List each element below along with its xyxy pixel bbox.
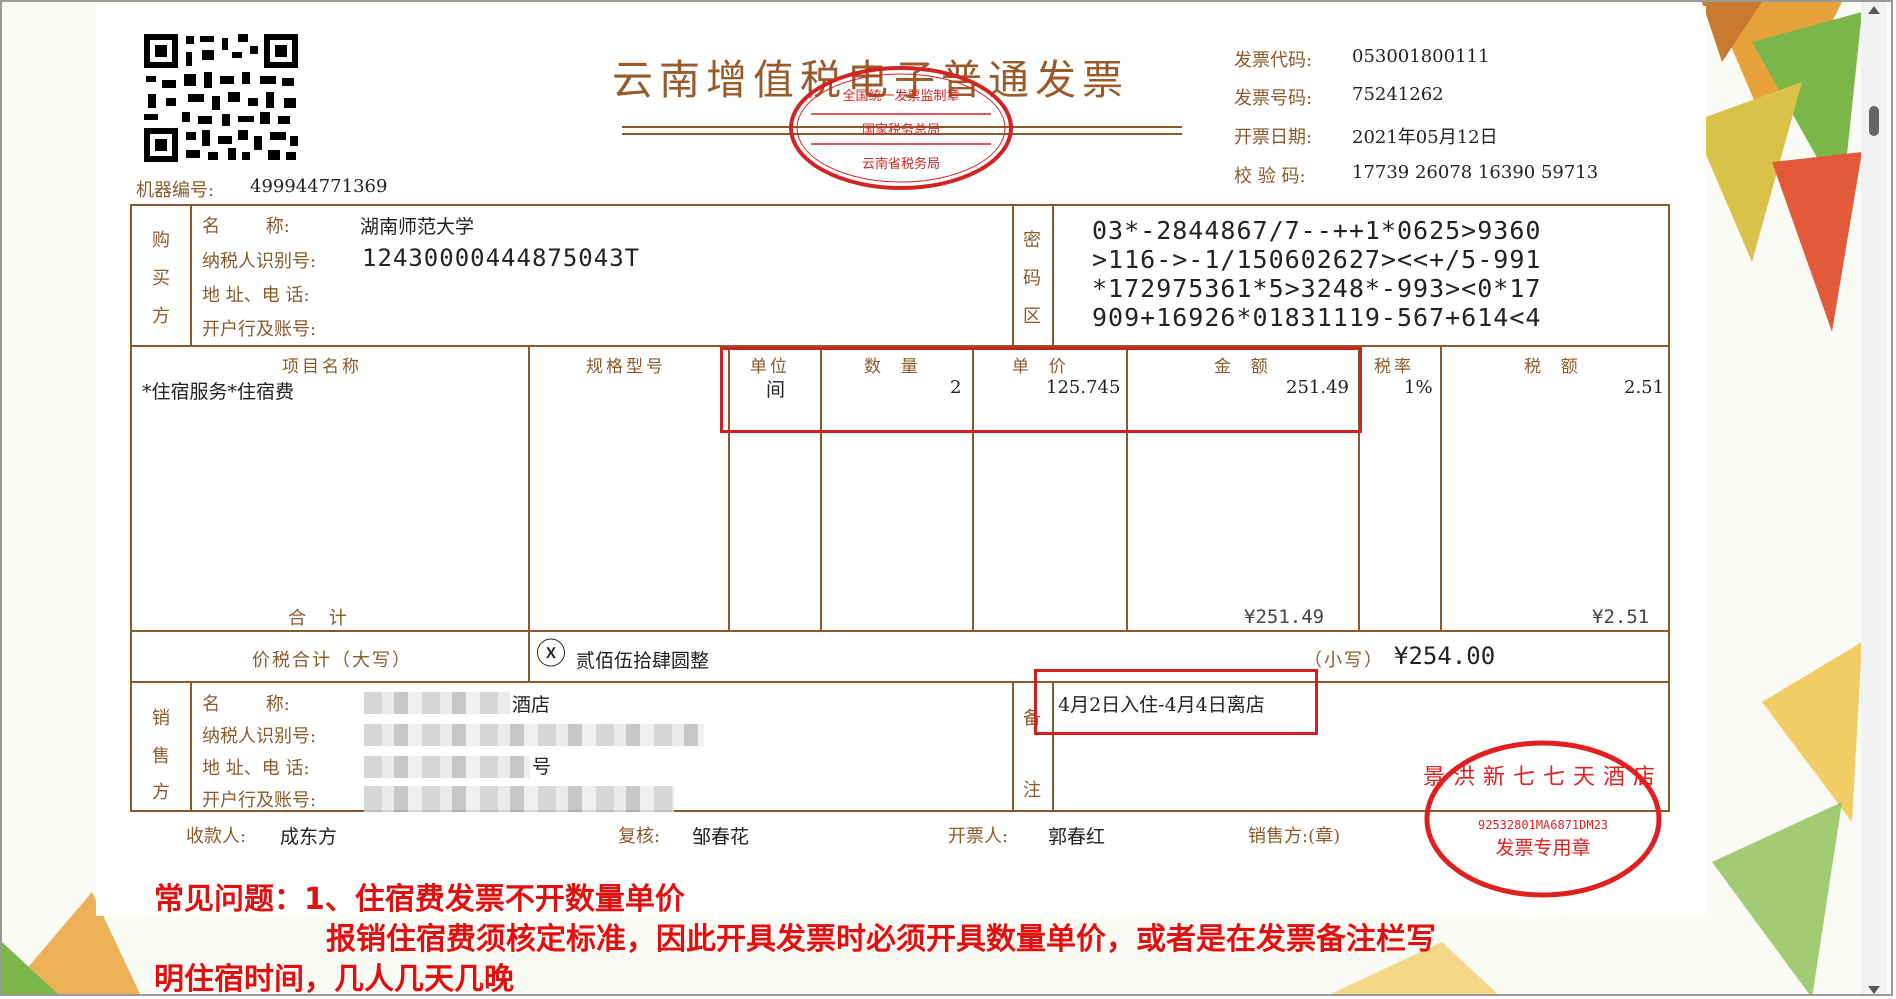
stamp-top-line3: 云南省税务局 <box>862 156 940 172</box>
cipher-line-1: 03*-2844867/7--++1*0625>9360 <box>1092 216 1542 245</box>
seller-name-value: 酒店 <box>512 694 551 716</box>
cipher-line-2: >116->-1/150602627><<+/5-991 <box>1092 245 1542 274</box>
tax-bureau-stamp: 全国统一发票监制章 国家税务总局 云南省税务局 <box>789 66 1013 190</box>
total-tax: ¥2.51 <box>1592 606 1650 628</box>
remarks-highlight <box>1034 669 1318 735</box>
buyer-name-label: 名 称: <box>202 216 290 237</box>
cipher-side-divider <box>1052 204 1054 346</box>
unit-qty-price-highlight <box>720 347 1362 433</box>
remarks-side-char-2: 注 <box>1023 780 1041 801</box>
grand-total-words: 贰佰伍拾肆圆整 <box>576 650 710 672</box>
seller-side-char-2: 售 <box>152 746 170 767</box>
invoice-date-label: 开票日期: <box>1234 127 1313 148</box>
buyer-side-divider <box>190 204 192 346</box>
payee-value: 成东方 <box>280 826 338 848</box>
invoice-code-value: 053001800111 <box>1352 46 1490 67</box>
remarks-left-divider <box>1012 681 1014 812</box>
header-tax: 税 额 <box>1524 357 1581 377</box>
total-amount: ¥251.49 <box>1244 606 1325 628</box>
issuer-value: 郭春红 <box>1048 826 1106 848</box>
seller-stamp-code: 92532801MA6871DM23 <box>1478 818 1608 832</box>
seller-stamp-title: 发票专用章 <box>1495 837 1590 859</box>
grand-total-bottom <box>130 681 1670 683</box>
seller-address-redacted <box>364 756 530 778</box>
seller-address-label: 地 址、电 话: <box>202 758 310 779</box>
total-row-label: 合 计 <box>288 608 347 629</box>
grand-total-small-value: ¥254.00 <box>1394 642 1496 670</box>
review-label: 复核: <box>618 826 661 847</box>
header-item-name: 项目名称 <box>282 357 362 377</box>
seller-address-value: 号 <box>532 756 552 778</box>
seller-side-char-3: 方 <box>152 782 170 803</box>
vertical-scrollbar[interactable] <box>1861 2 1887 994</box>
cipher-side-char-2: 码 <box>1023 268 1041 289</box>
annotation-line-1: 常见问题：1、住宿费发票不开数量单价 <box>154 882 685 917</box>
stamp-top-line2: 国家税务总局 <box>862 122 940 138</box>
buyer-side-char-1: 购 <box>152 230 170 251</box>
cipher-line-3: *172975361*5>3248*-993><0*17 <box>1092 274 1542 303</box>
machine-number-value: 499944771369 <box>250 176 388 197</box>
cipher-side-char-3: 区 <box>1023 306 1041 327</box>
buyer-address-label: 地 址、电 话: <box>202 285 310 306</box>
payee-label: 收款人: <box>186 826 247 847</box>
invoice-number-label: 发票号码: <box>1234 88 1313 109</box>
annotation-line-2: 报销住宿费须核定标准，因此开具发票时必须开具数量单价，或者是在发票备注栏写 <box>326 922 1436 957</box>
buyer-side-char-2: 买 <box>152 268 170 289</box>
qr-code <box>142 32 300 164</box>
check-code-value: 17739 26078 16390 59713 <box>1352 162 1599 183</box>
header-spec: 规格型号 <box>586 357 666 377</box>
cipher-line-4: 909+16926*01831119-567+614<4 <box>1092 303 1542 332</box>
grand-total-x-icon: ⓧ <box>536 637 566 672</box>
col-divider-spec <box>528 345 530 631</box>
seller-name-redacted <box>364 692 510 714</box>
buyer-taxid-value: 12430000444875043T <box>362 244 641 272</box>
slide-frame: 机器编号: 499944771369 云南增值税电子普通发票 全国统一发票监制章… <box>0 0 1893 996</box>
issuer-label: 开票人: <box>948 826 1009 847</box>
decorative-triangles-right <box>1692 2 1862 994</box>
machine-number-label: 机器编号: <box>136 180 215 201</box>
buyer-bank-label: 开户行及账号: <box>202 319 317 340</box>
stamp-top-line1: 全国统一发票监制章 <box>842 88 959 104</box>
item-tax: 2.51 <box>1624 377 1665 398</box>
annotation-line-3: 明住宿时间，几人几天几晚 <box>154 962 514 996</box>
items-bottom-line <box>130 630 1670 632</box>
seller-side-divider <box>190 681 192 812</box>
cipher-left-divider <box>1012 204 1014 346</box>
invoice-code-label: 发票代码: <box>1234 50 1313 71</box>
cipher-side-char-1: 密 <box>1023 230 1041 251</box>
seller-invoice-stamp: 景洪新七七天酒店 92532801MA6871DM23 发票专用章 <box>1423 740 1663 898</box>
seller-side-char-1: 销 <box>152 708 170 729</box>
seller-bank-label: 开户行及账号: <box>202 790 317 811</box>
scroll-thumb[interactable] <box>1869 106 1879 136</box>
seller-taxid-redacted <box>364 724 704 746</box>
seller-name-label: 名 称: <box>202 694 290 715</box>
review-value: 邹春花 <box>692 826 750 848</box>
seller-seal-label: 销售方:(章) <box>1248 826 1341 847</box>
check-code-label: 校 验 码: <box>1234 166 1306 187</box>
scroll-up-arrow[interactable] <box>1868 6 1880 14</box>
grand-total-label: 价税合计（大写） <box>252 650 412 671</box>
item-name: *住宿服务*住宿费 <box>142 381 295 403</box>
seller-taxid-label: 纳税人识别号: <box>202 726 317 747</box>
scroll-down-arrow[interactable] <box>1868 986 1880 994</box>
buyer-taxid-label: 纳税人识别号: <box>202 251 317 272</box>
seller-bank-redacted <box>364 786 674 812</box>
invoice-date-value: 2021年05月12日 <box>1352 127 1498 148</box>
col-divider-tax <box>1440 345 1442 631</box>
item-rate: 1% <box>1404 377 1433 398</box>
buyer-side-char-3: 方 <box>152 306 170 327</box>
grand-total-divider <box>528 630 530 682</box>
buyer-name-value: 湖南师范大学 <box>360 216 475 238</box>
seller-stamp-name: 景洪新七七天酒店 <box>1423 765 1663 790</box>
header-rate: 税率 <box>1374 357 1414 377</box>
invoice-number-value: 75241262 <box>1352 84 1444 105</box>
